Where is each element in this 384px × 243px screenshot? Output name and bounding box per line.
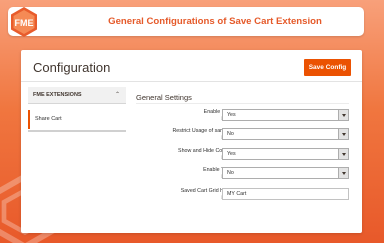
chevron-down-icon[interactable] (338, 129, 348, 139)
chevron-down-icon[interactable] (338, 149, 348, 159)
restrict-usage-select[interactable]: No (222, 128, 349, 140)
sidebar-item-share-cart[interactable]: Share Cart (28, 110, 126, 129)
save-config-button[interactable]: Save Config (304, 59, 351, 76)
page-title: General Configurations of Save Cart Exte… (108, 16, 322, 27)
sidebar-section-label: FME EXTENSIONS (33, 92, 82, 98)
select-value: No (227, 170, 234, 176)
saved-cart-heading-input[interactable]: MY Cart (222, 188, 349, 200)
select-value: Yes (227, 112, 236, 118)
enable-tiny-url-select[interactable]: No (222, 167, 349, 179)
fme-logo-icon: FME (11, 7, 37, 37)
sidebar-section-fme-extensions[interactable]: FME EXTENSIONS ⌃ (28, 87, 126, 104)
section-title: General Settings (136, 93, 192, 102)
input-value: MY Cart (227, 191, 247, 197)
select-value: Yes (227, 151, 236, 157)
field-row-restrict-usage: Restrict Usage of same Cart [store view]… (136, 128, 349, 142)
enable-module-select[interactable]: Yes (222, 109, 349, 121)
field-row-saved-cart-heading: Saved Cart Grid heading [store view] MY … (136, 188, 349, 202)
field-row-enable-tiny-url: Enable Tiny Url [store view] No (136, 167, 349, 181)
chevron-down-icon[interactable] (338, 110, 348, 120)
section-divider (136, 103, 349, 104)
panel-title: Configuration (33, 60, 111, 75)
svg-text:FME: FME (15, 18, 34, 28)
header-bar: General Configurations of Save Cart Exte… (8, 7, 364, 36)
show-hide-copy-link-select[interactable]: Yes (222, 148, 349, 160)
configuration-panel: Configuration Save Config FME EXTENSIONS… (21, 50, 362, 233)
field-row-show-hide-copy-link: Show and Hide Copy Link [store view] Yes (136, 148, 349, 162)
select-value: No (227, 131, 234, 137)
chevron-down-icon[interactable] (338, 168, 348, 178)
chevron-up-icon: ⌃ (114, 92, 120, 98)
sidebar-item-label: Share Cart (35, 116, 62, 122)
panel-divider (21, 81, 362, 82)
field-row-enable-module: Enable Module [store view] Yes (136, 109, 349, 123)
sidebar-divider (28, 130, 126, 132)
